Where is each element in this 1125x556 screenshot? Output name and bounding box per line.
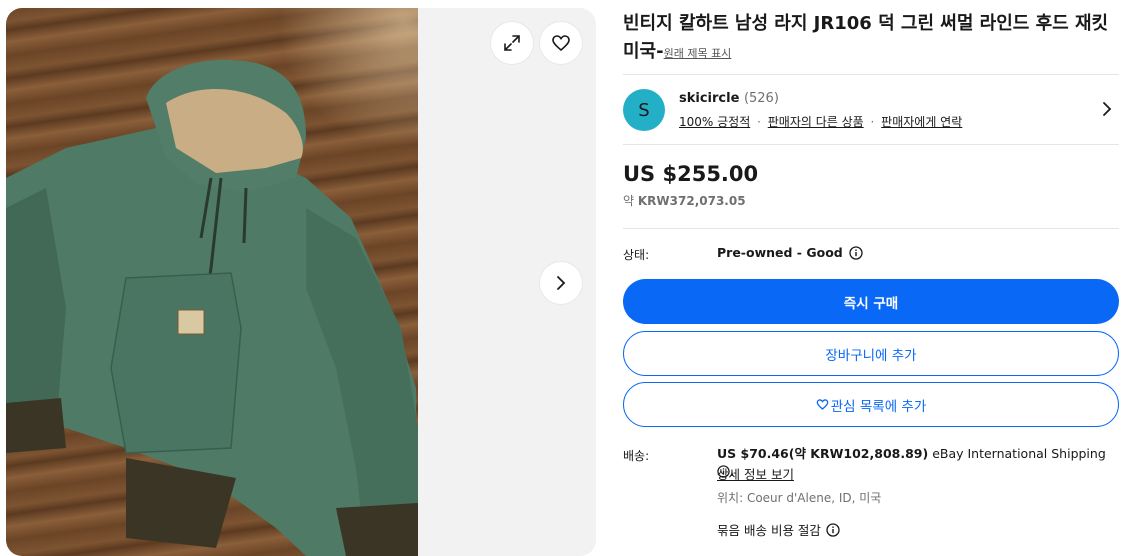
listing-title: 빈티지 칼하트 남성 라지 JR106 덕 그린 써멀 라인드 후드 재킷 미국… <box>623 10 1119 68</box>
show-original-title-link[interactable]: 원래 제목 표시 <box>664 47 732 60</box>
contact-seller-link[interactable]: 판매자에게 연락 <box>881 115 962 129</box>
separator: · <box>870 115 875 129</box>
seller-other-items-link[interactable]: 판매자의 다른 상품 <box>768 115 864 129</box>
price-approx-prefix: 약 <box>623 194 635 208</box>
price-approx-value: KRW372,073.05 <box>637 194 746 208</box>
separator: · <box>757 115 761 129</box>
add-to-cart-button[interactable]: 장바구니에 추가 <box>623 331 1119 376</box>
shipping-cost: US $70.46(약 KRW102,808.89) <box>717 446 929 461</box>
seller-card[interactable]: S skicircle (526) 100% 긍정적 · 판매자의 다른 상품 … <box>623 86 1119 136</box>
heart-icon <box>552 35 570 52</box>
condition-label: 상태: <box>623 248 650 262</box>
combine-shipping-text: 묶음 배송 비용 절감 <box>717 523 821 538</box>
info-icon[interactable] <box>849 245 863 260</box>
seller-name[interactable]: skicircle <box>679 91 739 106</box>
buy-now-button[interactable]: 즉시 구매 <box>623 279 1119 324</box>
image-gallery <box>6 8 596 556</box>
chevron-right-icon[interactable] <box>1099 101 1115 117</box>
expand-icon <box>504 35 520 51</box>
expand-button[interactable] <box>491 22 533 64</box>
product-photo[interactable] <box>6 8 418 556</box>
divider <box>623 74 1119 75</box>
combine-shipping-row: 묶음 배송 비용 절감 <box>717 520 840 539</box>
seller-links: 100% 긍정적 · 판매자의 다른 상품 · 판매자에게 연락 <box>679 113 962 130</box>
seller-avatar: S <box>623 89 665 131</box>
item-location: 위치: Coeur d'Alene, ID, 미국 <box>717 491 882 505</box>
positive-feedback-link[interactable]: 100% 긍정적 <box>679 115 750 129</box>
jacket-illustration <box>6 59 418 556</box>
add-to-watchlist-button[interactable]: 관심 목록에 추가 <box>623 382 1119 427</box>
seller-feedback-count: (526) <box>743 91 779 106</box>
shipping-service: eBay International Shipping <box>932 446 1106 461</box>
heart-icon <box>816 399 829 410</box>
price-approx: 약 KRW372,073.05 <box>623 192 746 209</box>
divider <box>623 228 1119 229</box>
shipping-details-link[interactable]: 상세 정보 보기 <box>717 464 794 483</box>
divider <box>623 144 1119 145</box>
price-main: US $255.00 <box>623 162 759 186</box>
shipping-label: 배송: <box>623 449 650 463</box>
info-icon[interactable] <box>826 522 840 537</box>
next-image-button[interactable] <box>540 262 582 304</box>
seller-name-row: skicircle (526) <box>679 91 779 106</box>
add-to-watchlist-label: 관심 목록에 추가 <box>830 398 927 415</box>
listing-details: 빈티지 칼하트 남성 라지 JR106 덕 그린 써멀 라인드 후드 재킷 미국… <box>623 0 1119 556</box>
condition-value-row: Pre-owned - Good <box>717 245 863 260</box>
condition-value: Pre-owned - Good <box>717 245 843 260</box>
chevron-right-icon <box>557 276 566 290</box>
favorite-button[interactable] <box>540 22 582 64</box>
